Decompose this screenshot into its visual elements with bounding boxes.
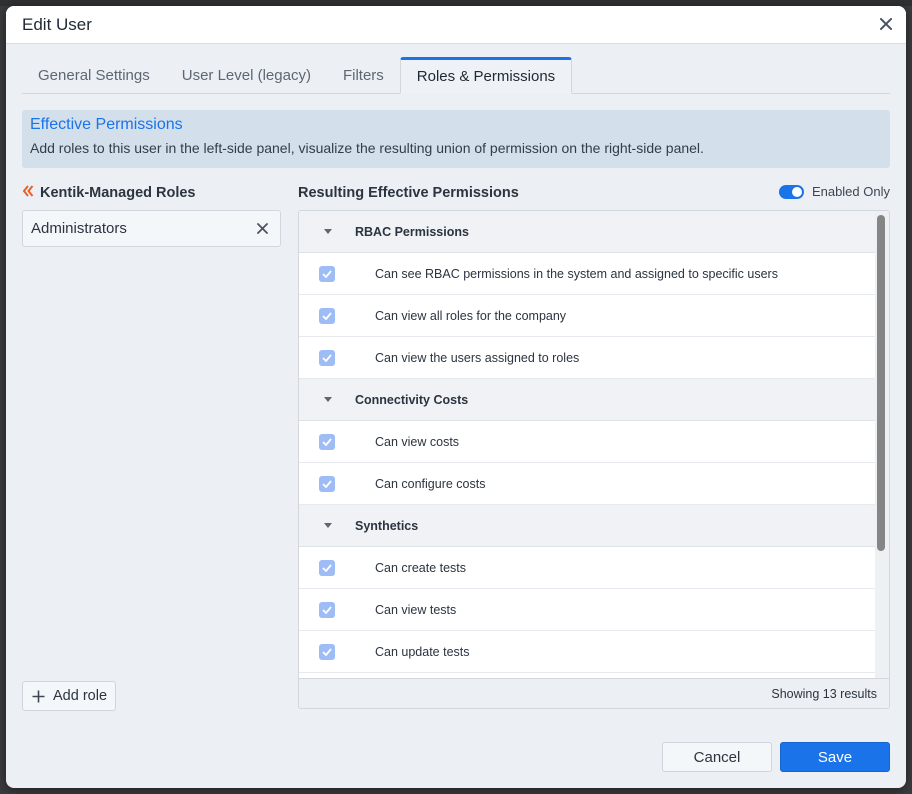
roles-heading-label: Kentik-Managed Roles	[40, 184, 196, 201]
check-icon	[322, 647, 332, 656]
permission-row: Can view all roles for the company	[299, 295, 875, 337]
remove-role-button[interactable]	[257, 223, 268, 234]
tab-filters[interactable]: Filters	[327, 57, 400, 93]
permission-label: Can view tests	[375, 602, 457, 617]
results-count: Showing 13 results	[771, 686, 877, 701]
checkbox-checked[interactable]	[319, 349, 335, 366]
results-footer: Showing 13 results	[299, 678, 889, 708]
check-icon	[322, 353, 332, 362]
permission-row: Can see RBAC permissions in the system a…	[299, 253, 875, 295]
check-icon	[322, 479, 332, 488]
checkbox-checked[interactable]	[319, 307, 335, 324]
checkbox-checked[interactable]	[319, 475, 335, 492]
effective-permissions-heading: Resulting Effective Permissions	[298, 185, 519, 201]
permission-label: Can view all roles for the company	[375, 308, 567, 323]
permission-row: Can view costs	[299, 421, 875, 463]
permission-label: Can update tests	[375, 644, 470, 659]
close-icon	[880, 18, 892, 30]
permission-label: Can create tests	[375, 560, 467, 575]
edit-user-dialog: Edit User General Settings User Level (l…	[6, 6, 906, 788]
add-role-label: Add role	[53, 688, 108, 704]
permission-row: Can configure costs	[299, 463, 875, 505]
permission-row: Can view tests	[299, 589, 875, 631]
tab-general-settings[interactable]: General Settings	[22, 57, 166, 93]
permission-group-rbac[interactable]: RBAC Permissions	[299, 211, 875, 253]
callout-text: Add roles to this user in the left-side …	[30, 140, 704, 156]
close-icon	[257, 223, 268, 234]
permission-label: Can view costs	[375, 434, 460, 449]
caret-down-icon	[299, 229, 355, 234]
permission-row: Can view the users assigned to roles	[299, 337, 875, 379]
permission-label: Can see RBAC permissions in the system a…	[375, 266, 778, 281]
group-name: Synthetics	[355, 518, 419, 533]
checkbox-checked[interactable]	[319, 601, 335, 618]
callout-title: Effective Permissions	[30, 116, 183, 133]
role-item: Administrators	[22, 210, 281, 247]
permission-label: Can view the users assigned to roles	[375, 350, 580, 365]
check-icon	[322, 605, 332, 614]
permissions-list: RBAC Permissions Can see RBAC permission…	[299, 211, 875, 679]
permission-label: Can configure costs	[375, 476, 486, 491]
cancel-button[interactable]: Cancel	[662, 742, 772, 772]
checkbox-checked[interactable]	[319, 559, 335, 576]
enabled-only-toggle[interactable]	[778, 184, 804, 199]
dialog-header: Edit User	[6, 6, 906, 44]
group-name: Connectivity Costs	[355, 392, 469, 407]
tab-bar: General Settings User Level (legacy) Fil…	[22, 57, 890, 94]
scrollbar-thumb[interactable]	[877, 215, 885, 551]
enabled-only-label: Enabled Only	[811, 184, 890, 199]
permissions-scrollbar[interactable]	[875, 213, 887, 677]
permission-group-connectivity-costs[interactable]: Connectivity Costs	[299, 379, 875, 421]
permission-row: Can update tests	[299, 631, 875, 673]
check-icon	[322, 437, 332, 446]
tab-user-level[interactable]: User Level (legacy)	[166, 57, 327, 93]
dialog-title: Edit User	[22, 15, 92, 34]
checkbox-checked[interactable]	[319, 643, 335, 660]
kentik-managed-roles-heading: Kentik-Managed Roles	[22, 184, 196, 201]
add-role-button[interactable]: Add role	[22, 681, 116, 711]
check-icon	[322, 311, 332, 320]
close-button[interactable]	[876, 14, 896, 34]
permission-group-synthetics[interactable]: Synthetics	[299, 505, 875, 547]
check-icon	[322, 269, 332, 278]
caret-down-icon	[299, 397, 355, 402]
permissions-panel: RBAC Permissions Can see RBAC permission…	[298, 210, 890, 709]
kentik-chevrons-icon	[22, 184, 34, 201]
tab-roles-permissions[interactable]: Roles & Permissions	[399, 57, 573, 94]
save-button[interactable]: Save	[780, 742, 890, 772]
plus-icon	[32, 690, 45, 702]
caret-down-icon	[299, 523, 355, 528]
checkbox-checked[interactable]	[319, 265, 335, 282]
effective-permissions-callout: Effective Permissions Add roles to this …	[22, 110, 890, 168]
group-name: RBAC Permissions	[355, 224, 469, 239]
checkbox-checked[interactable]	[319, 433, 335, 450]
permission-row: Can create tests	[299, 547, 875, 589]
enabled-only-toggle-group: Enabled Only	[778, 184, 890, 199]
check-icon	[322, 563, 332, 572]
role-name: Administrators	[31, 220, 127, 237]
toggle-knob	[791, 186, 802, 197]
